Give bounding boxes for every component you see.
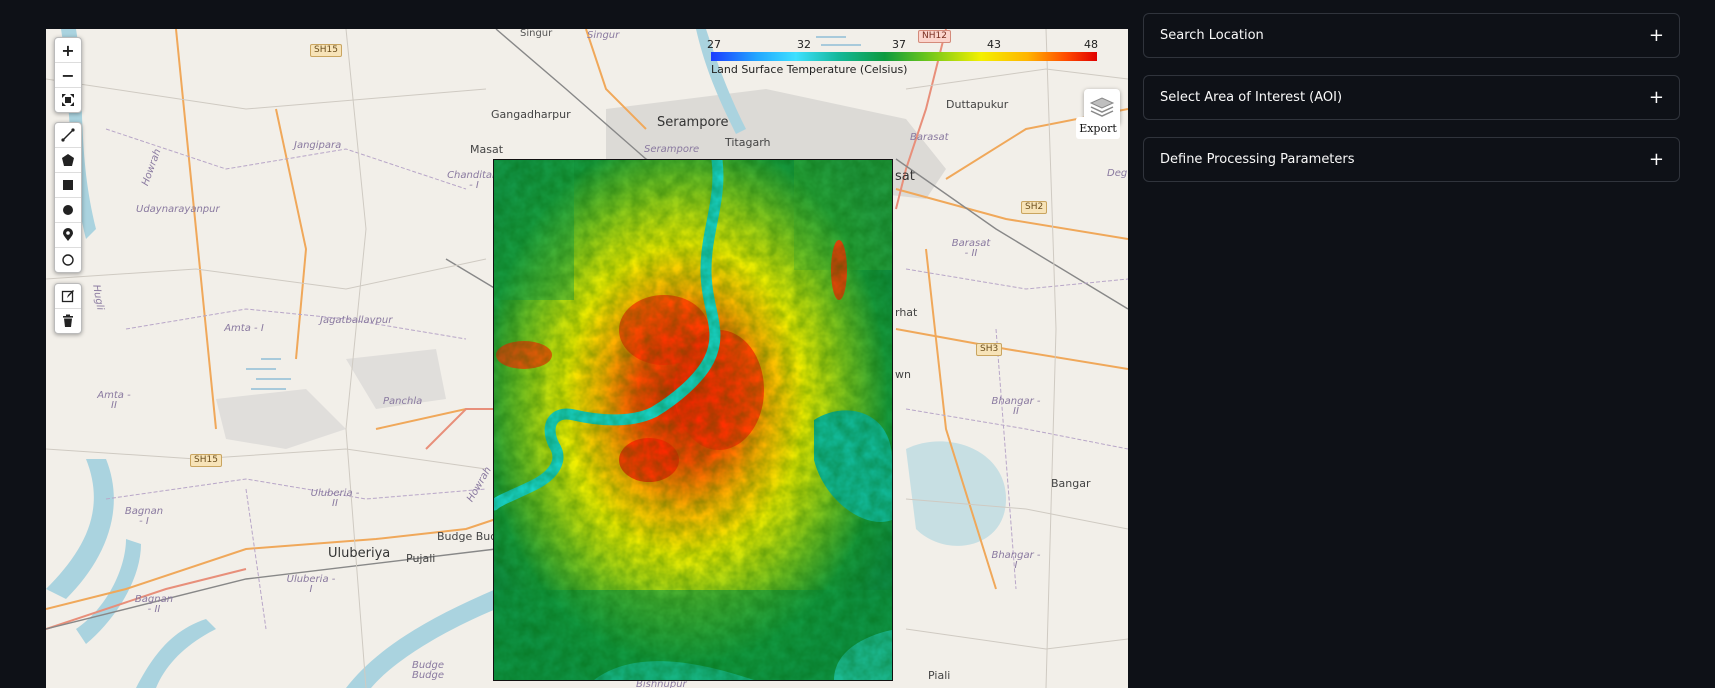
plus-icon: +: [1648, 86, 1664, 108]
legend-tick: 37: [892, 38, 906, 51]
map-label: Bhangar - II: [991, 396, 1041, 417]
delete-layers-button[interactable]: [55, 309, 81, 333]
map-label: wn: [895, 368, 911, 381]
map-label: Budge Bud: [437, 530, 498, 543]
map-label: Serampore: [657, 115, 729, 130]
trash-icon: [63, 314, 73, 327]
select-aoi-expander[interactable]: Select Area of Interest (AOI) +: [1143, 75, 1680, 120]
edit-icon: [61, 290, 74, 303]
plus-icon: +: [1648, 24, 1664, 46]
map-label: Amta - I: [224, 323, 264, 334]
zoom-in-button[interactable]: +: [55, 38, 81, 63]
map-label: Jangipara: [294, 140, 342, 151]
map-label: Barasat - II: [951, 238, 991, 259]
lst-raster: [494, 160, 892, 680]
draw-circlemarker-button[interactable]: [55, 248, 81, 272]
polyline-icon: [61, 128, 75, 142]
road-shield: SH15: [190, 454, 222, 467]
road-shield: SH2: [1021, 201, 1048, 214]
map-label: Amta - II: [97, 390, 131, 411]
draw-rectangle-button[interactable]: [55, 173, 81, 198]
export-button[interactable]: Export: [1076, 117, 1120, 139]
map-label: Budge Budge: [411, 660, 445, 681]
map-view[interactable]: Singur Singur SH15 NH12 Gangadharpur Ser…: [46, 29, 1128, 688]
rectangle-icon: [63, 180, 73, 190]
edit-toolbar: [54, 283, 82, 334]
map-label: Pujali: [406, 552, 436, 565]
lst-legend: 27 32 37 43 48 Land Surface Temperature …: [707, 36, 1128, 76]
road-shield: SH3: [976, 343, 1003, 356]
map-label: Masat: [470, 143, 504, 156]
map-label: rhat: [895, 306, 918, 319]
legend-tick: 48: [1084, 38, 1098, 51]
circle-marker-icon: [62, 254, 74, 266]
map-label: Gangadharpur: [491, 108, 571, 121]
map-label: Bangar: [1051, 477, 1091, 490]
legend-title: Land Surface Temperature (Celsius): [711, 63, 908, 76]
map-label: Bagnan - I: [124, 506, 164, 527]
map-label: Duttapukur: [946, 98, 1009, 111]
draw-polyline-button[interactable]: [55, 123, 81, 148]
legend-tick: 27: [707, 38, 721, 51]
legend-tick: 43: [987, 38, 1001, 51]
map-label: Bhangar - I: [991, 550, 1041, 571]
map-label: Barasat: [910, 132, 949, 143]
circle-icon: [63, 205, 73, 215]
expander-label: Define Processing Parameters: [1160, 152, 1355, 167]
map-label: Piali: [928, 669, 951, 682]
expander-label: Select Area of Interest (AOI): [1160, 90, 1343, 105]
map-label: Bagnan - II: [134, 594, 174, 615]
map-label: Titagarh: [725, 136, 771, 149]
road-shield: SH15: [310, 44, 342, 57]
map-label: Uluberia - I: [286, 574, 336, 595]
processing-parameters-expander[interactable]: Define Processing Parameters +: [1143, 137, 1680, 182]
zoom-control: + −: [54, 37, 82, 113]
zoom-out-button[interactable]: −: [55, 63, 81, 88]
draw-polygon-button[interactable]: [55, 148, 81, 173]
plus-icon: +: [1648, 148, 1664, 170]
map-label: Singur: [520, 29, 553, 39]
fullscreen-button[interactable]: [55, 88, 81, 112]
marker-icon: [63, 228, 73, 241]
map-label: Singur: [587, 30, 620, 41]
map-label: Serampore: [644, 144, 700, 155]
draw-toolbar: [54, 122, 82, 273]
search-location-expander[interactable]: Search Location +: [1143, 13, 1680, 58]
map-label: sat: [895, 169, 915, 184]
expander-label: Search Location: [1160, 28, 1264, 43]
fullscreen-icon: [62, 94, 74, 106]
polygon-icon: [62, 154, 74, 166]
legend-colorbar: [711, 52, 1097, 61]
map-label: Uluberia - II: [310, 488, 360, 509]
draw-marker-button[interactable]: [55, 223, 81, 248]
edit-layers-button[interactable]: [55, 284, 81, 309]
map-label: Bishnupur: [636, 679, 687, 688]
map-label: Uluberiya: [328, 546, 391, 561]
lst-raster-overlay: [493, 159, 893, 681]
map-label: Jagatballavpur: [320, 315, 393, 326]
legend-tick: 32: [797, 38, 811, 51]
draw-circle-button[interactable]: [55, 198, 81, 223]
map-label: Udaynarayanpur: [136, 204, 220, 215]
map-label: Deg: [1107, 168, 1128, 179]
map-label: Panchla: [383, 396, 423, 407]
